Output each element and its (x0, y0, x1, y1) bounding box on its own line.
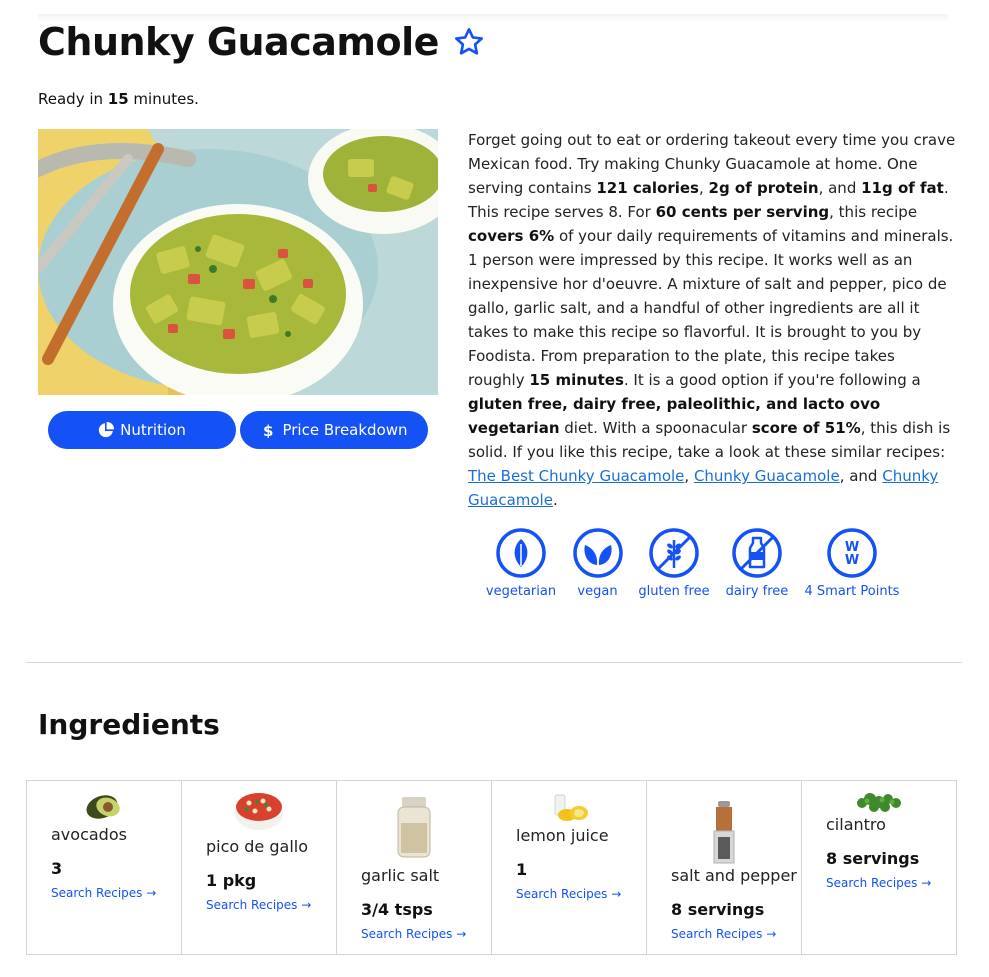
badge-dairy-free[interactable]: dairy free (725, 528, 789, 599)
ingredient-card-lemon-juice: lemon juice 1 Search Recipes → (491, 780, 647, 955)
ingredient-amount: 8 servings (671, 900, 765, 919)
garlic-salt-jar-icon (397, 797, 431, 858)
search-recipes-link[interactable]: Search Recipes → (516, 887, 621, 901)
ingredient-card-salt-and-pepper: salt and pepper 8 servings Search Recipe… (646, 780, 802, 955)
wheat-crossed-icon (649, 528, 699, 578)
ingredient-name: garlic salt (361, 866, 440, 885)
ingredient-card-cilantro: cilantro 8 servings Search Recipes → (801, 780, 957, 955)
favorite-star-icon[interactable] (453, 26, 485, 58)
ready-time: Ready in 15 minutes. (38, 90, 199, 108)
price-breakdown-button[interactable]: $ Price Breakdown (240, 411, 428, 449)
recipe-photo (38, 129, 438, 395)
search-recipes-link[interactable]: Search Recipes → (826, 876, 931, 890)
recipe-description: Forget going out to eat or ordering take… (468, 131, 956, 509)
avocado-icon (86, 795, 120, 819)
ingredient-name: cilantro (826, 815, 886, 834)
price-breakdown-label: Price Breakdown (282, 421, 408, 439)
search-recipes-link[interactable]: Search Recipes → (51, 886, 156, 900)
ingredient-amount: 3 (51, 859, 63, 878)
dollar-icon: $ (263, 422, 273, 438)
similar-recipe-link-1[interactable]: The Best Chunky Guacamole (468, 467, 684, 485)
search-recipes-link[interactable]: Search Recipes → (361, 927, 466, 941)
ww-icon: W W (827, 528, 877, 578)
ingredient-amount: 1 pkg (206, 871, 257, 890)
pico-de-gallo-icon (235, 793, 283, 830)
cilantro-icon (857, 793, 901, 812)
ingredient-name: pico de gallo (206, 837, 308, 856)
lemon-juice-icon (554, 794, 588, 821)
ingredient-card-garlic-salt: garlic salt 3/4 tsps Search Recipes → (336, 780, 492, 955)
ingredient-card-pico-de-gallo: pico de gallo 1 pkg Search Recipes → (181, 780, 337, 955)
pie-chart-icon (99, 422, 115, 438)
badge-vegetarian[interactable]: vegetarian (486, 528, 556, 599)
ingredient-name: avocados (51, 825, 127, 844)
nutrition-label: Nutrition (120, 421, 186, 439)
ingredients-heading: Ingredients (38, 708, 220, 741)
svg-text:W: W (845, 553, 859, 568)
ingredient-amount: 8 servings (826, 849, 920, 868)
recipe-title: Chunky Guacamole (38, 20, 439, 64)
leaf-icon (496, 528, 546, 578)
ingredients-grid: avocados 3 Search Recipes → pico de gall… (26, 780, 962, 955)
milk-crossed-icon (732, 528, 782, 578)
ingredient-name: lemon juice (516, 826, 609, 845)
ingredient-amount: 1 (516, 860, 528, 879)
badge-smart-points[interactable]: W W 4 Smart Points (802, 528, 902, 599)
diet-badges: vegetarian vegan gluten free dairy free … (480, 528, 920, 602)
svg-text:$: $ (263, 422, 273, 438)
search-recipes-link[interactable]: Search Recipes → (671, 927, 776, 941)
salt-pepper-mill-icon (713, 801, 735, 864)
ingredient-card-avocados: avocados 3 Search Recipes → (26, 780, 182, 955)
badge-gluten-free[interactable]: gluten free (636, 528, 712, 599)
double-leaf-icon (572, 528, 623, 578)
similar-recipe-link-2[interactable]: Chunky Guacamole (694, 467, 840, 485)
ingredient-name: salt and pepper (671, 866, 797, 885)
search-recipes-link[interactable]: Search Recipes → (206, 898, 311, 912)
ingredient-amount: 3/4 tsps (361, 900, 433, 919)
nutrition-button[interactable]: Nutrition (48, 411, 236, 449)
badge-vegan[interactable]: vegan (570, 528, 625, 599)
section-divider (26, 662, 962, 663)
ready-minutes: 15 (107, 90, 129, 108)
title-row: Chunky Guacamole (38, 18, 485, 66)
